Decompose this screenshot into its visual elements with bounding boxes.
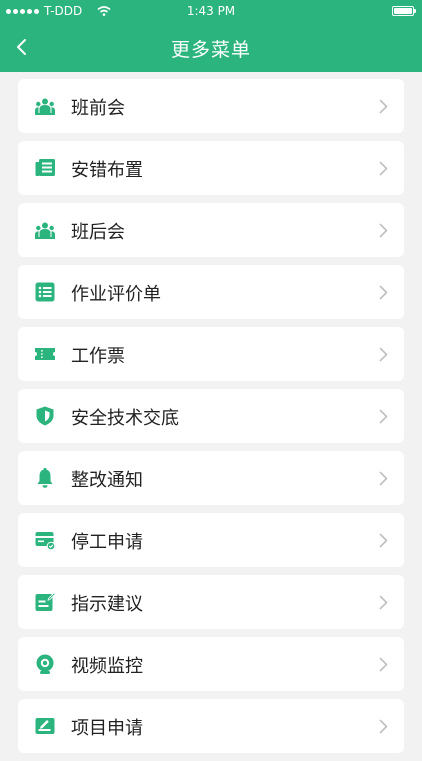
ticket-icon [34, 343, 56, 365]
menu-item[interactable]: 视频监控 [18, 637, 404, 691]
menu-item[interactable]: 停工申请 [18, 513, 404, 567]
nav-bar: 更多菜单 [0, 22, 422, 72]
menu-item-label: 指示建议 [71, 594, 143, 615]
chevron-right-icon [379, 161, 388, 176]
menu-item[interactable]: 作业评价单 [18, 265, 404, 319]
chevron-right-icon [379, 409, 388, 424]
app-header: T-DDD 1:43 PM 更多菜单 [0, 0, 422, 72]
menu-item-label: 工作票 [71, 346, 125, 367]
battery-icon [392, 6, 416, 16]
menu-item[interactable]: 工作票 [18, 327, 404, 381]
menu-item[interactable]: 安全技术交底 [18, 389, 404, 443]
menu-item-label: 班前会 [71, 98, 125, 119]
chevron-right-icon [379, 657, 388, 672]
menu-item-label: 视频监控 [71, 656, 143, 677]
card-check-icon [34, 529, 56, 551]
page-title: 更多菜单 [170, 39, 251, 61]
chevron-right-icon [379, 533, 388, 548]
menu-item-label: 项目申请 [71, 718, 143, 739]
menu-item-label: 整改通知 [71, 470, 143, 491]
menu-item-label: 停工申请 [71, 532, 143, 553]
chevron-right-icon [379, 99, 388, 114]
menu-item[interactable]: 指示建议 [18, 575, 404, 629]
menu-item[interactable]: 安错布置 [18, 141, 404, 195]
chevron-right-icon [379, 347, 388, 362]
shield-icon [34, 405, 56, 427]
menu-item-label: 安全技术交底 [71, 408, 179, 429]
edit-card-icon [34, 715, 56, 737]
menu-item[interactable]: 班后会 [18, 203, 404, 257]
edit-note-icon [34, 591, 56, 613]
camera-icon [34, 653, 56, 675]
menu-item-label: 作业评价单 [71, 284, 161, 305]
chevron-right-icon [379, 595, 388, 610]
status-bar: T-DDD 1:43 PM [0, 0, 422, 22]
chevron-right-icon [379, 285, 388, 300]
newspaper-icon [34, 157, 56, 179]
chevron-right-icon [379, 223, 388, 238]
menu-list: 班前会安错布置班后会作业评价单工作票安全技术交底 整改通知停工申请指示建议视频监控… [18, 79, 404, 761]
status-time: 1:43 PM [186, 4, 236, 18]
bell-icon [34, 467, 56, 489]
chevron-right-icon [379, 719, 388, 734]
menu-item[interactable]: 项目申请 [18, 699, 404, 753]
menu-item[interactable]: 整改通知 [18, 451, 404, 505]
menu-item-label: 班后会 [71, 222, 125, 243]
list-icon [34, 281, 56, 303]
menu-item[interactable]: 班前会 [18, 79, 404, 133]
team-icon [34, 219, 56, 241]
chevron-right-icon [379, 471, 388, 486]
team-icon [34, 95, 56, 117]
menu-item-label: 安错布置 [71, 160, 143, 181]
